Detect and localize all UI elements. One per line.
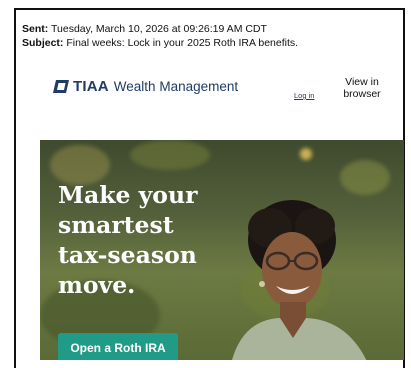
sent-label: Sent: [22,23,49,35]
hero-headline: Make your smartest tax-season move. [58,180,197,300]
subject-line: Subject: Final weeks: Lock in your 2025 … [22,36,298,50]
view-line-1: View in [345,76,379,88]
headline-line-4: move. [58,271,136,299]
headline-line-3: tax-season [58,241,197,269]
smiling-woman-photo [232,200,367,360]
tiaa-mark-icon [53,80,69,93]
login-link[interactable]: Log in [294,91,314,100]
view-in-browser-link[interactable]: View in browser [339,76,385,100]
email-header: TIAA Wealth Management Log in View in br… [53,70,398,104]
hero-banner: Make your smartest tax-season move. Open… [40,140,404,360]
subject-label: Subject: [22,37,64,49]
email-meta: Sent: Tuesday, March 10, 2026 at 09:26:1… [22,22,298,50]
open-roth-ira-button[interactable]: Open a Roth IRA [58,333,178,360]
headline-line-1: Make your [58,181,198,209]
bokeh-light [50,145,110,185]
sent-value: Tuesday, March 10, 2026 at 09:26:19 AM C… [50,23,267,35]
bokeh-light [130,140,210,170]
logo-brand: TIAA [73,78,109,95]
headline-line-2: smartest [58,211,174,239]
subject-value: Final weeks: Lock in your 2025 Roth IRA … [66,37,299,49]
logo-tagline: Wealth Management [113,79,239,94]
sent-line: Sent: Tuesday, March 10, 2026 at 09:26:1… [22,22,298,36]
bokeh-light [340,160,390,195]
view-line-2: browser [343,88,381,100]
bokeh-light [300,148,312,160]
tiaa-logo[interactable]: TIAA Wealth Management [53,78,238,95]
